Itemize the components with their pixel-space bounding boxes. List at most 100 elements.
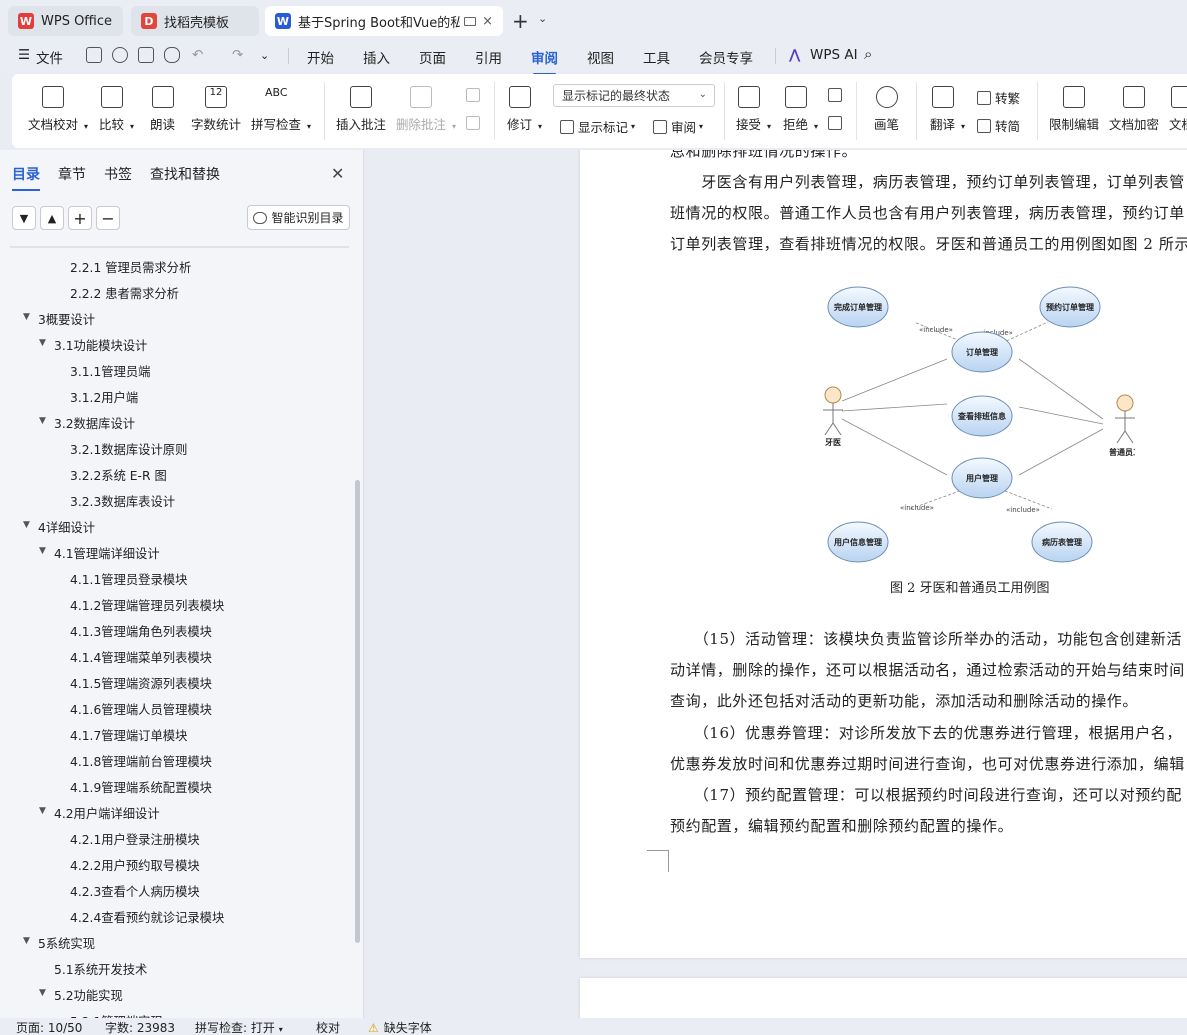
translate-button[interactable]: 翻译 ▾ [930, 86, 965, 133]
markup-state-select[interactable]: 显示标记的最终状态 ⌄ [553, 84, 715, 107]
toc-item[interactable]: 3.1.1管理员端 [70, 362, 150, 380]
word-count-button[interactable]: 12 字数统计 [191, 86, 241, 133]
new-tab-icon[interactable]: + [512, 9, 529, 33]
reject-button[interactable]: 拒绝 ▾ [783, 86, 818, 133]
read-aloud-button[interactable]: 朗读 [150, 86, 175, 133]
toc-item[interactable]: ▼ 5系统实现 [23, 934, 95, 952]
menu-tools[interactable]: 工具 [643, 47, 670, 67]
toc-item[interactable]: 4.2.4查看预约就诊记录模块 [70, 908, 224, 926]
toc-item[interactable]: 3.2.3数据库表设计 [70, 492, 175, 510]
toc-item[interactable]: 4.1.7管理端订单模块 [70, 726, 187, 744]
toc-item[interactable]: ▼ 3.1功能模块设计 [39, 336, 147, 354]
scrollbar[interactable] [355, 480, 360, 943]
toc-item[interactable]: 4.2.2用户预约取号模块 [70, 856, 200, 874]
tab-template[interactable]: D 找稻壳模板 [131, 6, 259, 36]
delete-comment-button[interactable]: 删除批注 ▾ [396, 86, 456, 133]
revise-button[interactable]: 修订 ▾ [507, 86, 542, 133]
menu-insert[interactable]: 插入 [363, 47, 390, 67]
to-simplified-button[interactable]: 转简 [977, 116, 1020, 135]
expand-arrow-icon[interactable]: ▼ [39, 416, 46, 426]
show-markup-button[interactable]: 显示标记 ▾ [560, 117, 635, 136]
toc-item[interactable]: 3.1.2用户端 [70, 388, 138, 406]
word-count[interactable]: 字数: 23983 [105, 1019, 175, 1035]
next-comment-icon[interactable] [466, 116, 484, 130]
menu-start[interactable]: 开始 [307, 47, 334, 67]
add-heading-button[interactable]: + [68, 206, 92, 230]
tab-wps-office[interactable]: W WPS Office [8, 6, 123, 36]
expand-arrow-icon[interactable]: ▼ [39, 806, 46, 816]
toc-item[interactable]: 4.1.1管理员登录模块 [70, 570, 187, 588]
toc-item[interactable]: 2.2.2 患者需求分析 [70, 284, 179, 302]
missing-font-status[interactable]: ⚠ 缺失字体 [368, 1019, 432, 1035]
close-tab-icon[interactable]: × [482, 14, 493, 29]
menu-page[interactable]: 页面 [419, 47, 446, 67]
page-indicator[interactable]: 页面: 10/50 [16, 1019, 82, 1035]
undo-icon[interactable]: ↶ [192, 47, 203, 63]
close-icon[interactable]: ✕ [331, 164, 344, 183]
toc-item[interactable]: 4.1.6管理端人员管理模块 [70, 700, 212, 718]
proofread-button[interactable]: 文档校对 ▾ [28, 86, 88, 133]
toc-item[interactable]: 4.1.8管理端前台管理模块 [70, 752, 212, 770]
toc-item[interactable]: 4.1.2管理端管理员列表模块 [70, 596, 224, 614]
toc-item[interactable]: ▼ 4详细设计 [23, 518, 95, 536]
tab-document[interactable]: W 基于Spring Boot和Vue的私人 × [265, 6, 503, 36]
proofread-status[interactable]: 校对 [316, 1019, 340, 1035]
prev-change-icon[interactable] [828, 88, 846, 102]
menu-review[interactable]: 审阅 [531, 47, 558, 75]
expand-arrow-icon[interactable]: ▼ [39, 546, 46, 556]
collapse-up-button[interactable]: ▲ [40, 206, 64, 230]
monitor-icon[interactable] [464, 16, 477, 26]
tab-chapters[interactable]: 章节 [58, 164, 86, 184]
expand-arrow-icon[interactable]: ▼ [39, 338, 46, 348]
export-icon[interactable] [112, 47, 128, 63]
expand-arrow-icon[interactable]: ▼ [23, 936, 30, 946]
restrict-edit-button[interactable]: 限制编辑 [1049, 86, 1099, 133]
next-change-icon[interactable] [828, 116, 846, 130]
smart-toc-button[interactable]: 智能识别目录 [247, 205, 350, 230]
expand-arrow-icon[interactable]: ▼ [23, 312, 30, 322]
doc-more-button[interactable]: 文档 [1169, 86, 1187, 133]
remove-heading-button[interactable]: − [96, 206, 120, 230]
insert-comment-button[interactable]: 插入批注 [336, 86, 386, 133]
menu-member[interactable]: 会员专享 [699, 47, 753, 67]
spell-check-button[interactable]: ABC 拼写检查 ▾ [251, 86, 311, 133]
toc-item[interactable]: 4.1.3管理端角色列表模块 [70, 622, 212, 640]
to-traditional-button[interactable]: 转繁 [977, 88, 1020, 107]
review-pane-button[interactable]: 审阅 ▾ [653, 117, 703, 136]
menu-wps-ai[interactable]: WPS AI [810, 47, 858, 63]
toc-item[interactable]: 3.2.1数据库设计原则 [70, 440, 187, 458]
save-icon[interactable] [86, 47, 102, 63]
toc-item[interactable]: 4.2.3查看个人病历模块 [70, 882, 200, 900]
expand-down-button[interactable]: ▼ [12, 206, 36, 230]
toc-item[interactable]: ▼ 4.1管理端详细设计 [39, 544, 160, 562]
accept-button[interactable]: 接受 ▾ [736, 86, 771, 133]
menu-icon[interactable]: ☰ [18, 47, 30, 63]
toc-item[interactable]: ▼ 4.2用户端详细设计 [39, 804, 160, 822]
search-icon[interactable]: ⌕ [864, 45, 872, 63]
toc-item[interactable]: 4.2.1用户登录注册模块 [70, 830, 200, 848]
spell-check-status[interactable]: 拼写检查: 打开 ▾ [195, 1019, 283, 1035]
quick-access-chevron-icon[interactable]: ⌄ [260, 49, 269, 62]
expand-arrow-icon[interactable]: ▼ [39, 988, 46, 998]
menu-reference[interactable]: 引用 [475, 47, 502, 67]
compare-button[interactable]: 比较 ▾ [99, 86, 134, 133]
expand-arrow-icon[interactable]: ▼ [23, 520, 30, 530]
toc-item[interactable]: 2.2.1 管理员需求分析 [70, 258, 191, 276]
menu-file[interactable]: 文件 [36, 47, 63, 67]
toc-item[interactable]: 4.1.4管理端菜单列表模块 [70, 648, 212, 666]
redo-icon[interactable]: ↷ [232, 47, 243, 63]
toc-item[interactable]: ▼ 3.2数据库设计 [39, 414, 135, 432]
tab-find-replace[interactable]: 查找和替换 [150, 164, 220, 184]
toc-item[interactable]: ▼ 3概要设计 [23, 310, 95, 328]
chevron-down-icon[interactable]: ⌄ [538, 12, 547, 25]
pen-button[interactable]: 画笔 [874, 86, 899, 133]
print-preview-icon[interactable] [164, 47, 180, 63]
toc-item[interactable]: 4.1.5管理端资源列表模块 [70, 674, 212, 692]
tab-toc[interactable]: 目录 [12, 164, 40, 191]
menu-view[interactable]: 视图 [587, 47, 614, 67]
toc-item[interactable]: 5.1系统开发技术 [54, 960, 147, 978]
toc-item[interactable]: ▼ 5.2功能实现 [39, 986, 123, 1004]
encrypt-button[interactable]: 文档加密 [1109, 86, 1159, 133]
toc-item[interactable]: 4.1.9管理端系统配置模块 [70, 778, 212, 796]
tab-bookmarks[interactable]: 书签 [104, 164, 132, 184]
